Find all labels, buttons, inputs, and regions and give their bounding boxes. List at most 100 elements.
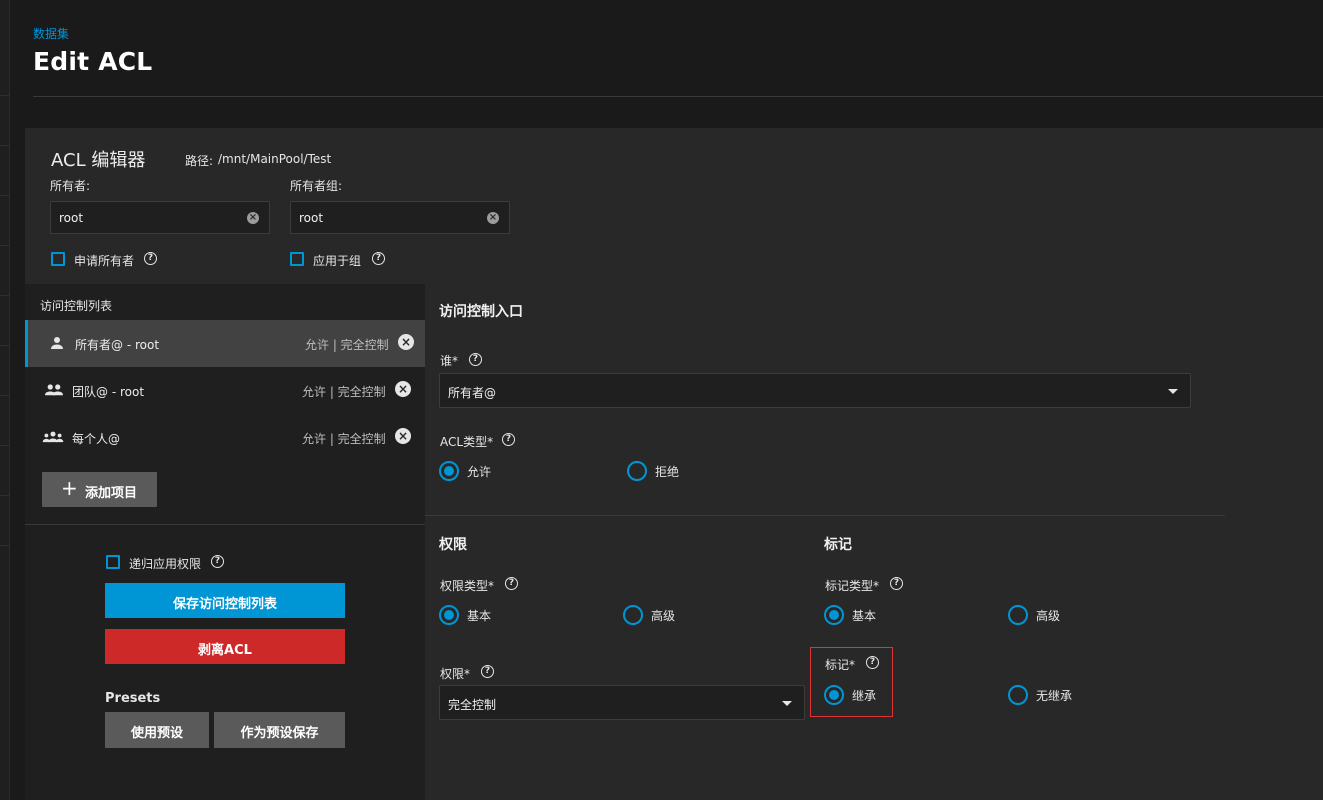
strip-acl-button[interactable]: 剥离ACL (105, 629, 345, 664)
page-title: Edit ACL (33, 47, 153, 76)
who-label: 谁* (440, 354, 459, 368)
perm-select[interactable]: 完全控制 (439, 685, 805, 720)
help-icon[interactable]: ? (866, 656, 879, 669)
flag-no-inherit-radio[interactable] (1008, 685, 1028, 705)
help-icon[interactable]: ? (144, 252, 157, 265)
flags-label: 标记* (825, 658, 856, 672)
perm-basic-radio[interactable] (439, 605, 459, 625)
group-icon (45, 384, 63, 396)
acl-type-deny-label: 拒绝 (655, 465, 680, 479)
perm-advanced-label: 高级 (651, 609, 676, 623)
edge-mark (0, 445, 10, 446)
acl-item-perm: 允许 | 完全控制 (302, 385, 386, 399)
acl-entry-panel (425, 284, 1323, 800)
acl-list-item-group[interactable]: 团队@ - root 允许 | 完全控制 × (25, 367, 425, 414)
flag-no-inherit-label: 无继承 (1036, 689, 1073, 703)
chevron-down-icon (782, 701, 792, 706)
save-acl-label: 保存访问控制列表 (172, 597, 277, 612)
edge-mark (0, 345, 10, 346)
save-as-preset-label: 作为预设保存 (240, 726, 319, 741)
editor-title: ACL 编辑器 (51, 150, 146, 171)
help-icon[interactable]: ? (469, 353, 482, 366)
use-preset-label: 使用预设 (130, 726, 183, 741)
acl-type-label: ACL类型* (440, 435, 494, 449)
perm-label: 权限* (440, 667, 471, 681)
clear-icon[interactable]: × (247, 212, 259, 224)
clear-icon[interactable]: × (487, 212, 499, 224)
chevron-down-icon (1168, 389, 1178, 394)
acl-item-name: 所有者@ - root (75, 338, 160, 352)
path-value: /mnt/MainPool/Test (218, 152, 332, 166)
acl-list-item-everyone[interactable]: 每个人@ 允许 | 完全控制 × (25, 414, 425, 461)
who-select[interactable]: 所有者@ (439, 373, 1191, 408)
recursive-checkbox[interactable] (106, 555, 120, 569)
owner-label: 所有者: (50, 179, 91, 193)
header-divider (33, 96, 1323, 97)
owner-input[interactable]: root × (50, 201, 270, 234)
help-icon[interactable]: ? (890, 577, 903, 590)
help-icon[interactable]: ? (481, 665, 494, 678)
edge-mark (0, 545, 10, 546)
flag-basic-label: 基本 (852, 609, 877, 623)
presets-title: Presets (105, 691, 161, 706)
apply-group-checkbox[interactable] (290, 252, 304, 266)
acl-item-name: 团队@ - root (72, 385, 145, 399)
acl-list-item-owner[interactable]: 所有者@ - root 允许 | 完全控制 × (25, 320, 425, 367)
group-input-value: root (299, 211, 324, 225)
owner-input-value: root (59, 211, 84, 225)
acl-item-name: 每个人@ (72, 432, 121, 446)
user-icon (51, 337, 63, 349)
perm-type-label: 权限类型* (440, 579, 495, 593)
perm-advanced-radio[interactable] (623, 605, 643, 625)
help-icon[interactable]: ? (372, 252, 385, 265)
remove-icon[interactable]: × (395, 381, 411, 397)
acl-list-title: 访问控制列表 (40, 299, 113, 313)
flags-title: 标记 (824, 537, 852, 553)
help-icon[interactable]: ? (505, 577, 518, 590)
path-label: 路径: (185, 154, 214, 168)
acl-item-perm: 允许 | 完全控制 (302, 432, 386, 446)
apply-group-label: 应用于组 (313, 254, 362, 268)
help-icon[interactable]: ? (211, 555, 224, 568)
apply-owner-checkbox[interactable] (51, 252, 65, 266)
permissions-title: 权限 (439, 537, 467, 553)
perm-select-value: 完全控制 (448, 698, 497, 712)
left-edge-strip (0, 0, 10, 800)
flag-inherit-radio[interactable] (824, 685, 844, 705)
acl-type-deny-radio[interactable] (627, 461, 647, 481)
edge-mark (0, 495, 10, 496)
group-label: 所有者组: (290, 179, 343, 193)
flag-advanced-radio[interactable] (1008, 605, 1028, 625)
edge-mark (0, 245, 10, 246)
remove-icon[interactable]: × (395, 428, 411, 444)
acl-type-allow-radio[interactable] (439, 461, 459, 481)
flag-advanced-label: 高级 (1036, 609, 1061, 623)
section-divider (425, 515, 1225, 516)
flag-basic-radio[interactable] (824, 605, 844, 625)
everyone-icon (42, 431, 64, 443)
edge-mark (0, 145, 10, 146)
plus-icon: + (61, 476, 78, 500)
acl-type-allow-label: 允许 (467, 465, 492, 479)
edge-mark (0, 95, 10, 96)
add-item-label: 添加项目 (85, 486, 138, 501)
who-select-value: 所有者@ (448, 386, 497, 400)
breadcrumb[interactable]: 数据集 (33, 25, 69, 42)
edge-mark (0, 295, 10, 296)
group-input[interactable]: root × (290, 201, 510, 234)
apply-owner-label: 申请所有者 (74, 254, 135, 268)
acl-item-perm: 允许 | 完全控制 (305, 338, 389, 352)
strip-acl-label: 剥离ACL (198, 643, 252, 658)
recursive-label: 递归应用权限 (129, 557, 202, 571)
edge-mark (0, 395, 10, 396)
add-item-button[interactable]: + 添加项目 (42, 472, 157, 507)
flag-type-label: 标记类型* (825, 579, 880, 593)
help-icon[interactable]: ? (502, 433, 515, 446)
perm-basic-label: 基本 (467, 609, 492, 623)
save-acl-button[interactable]: 保存访问控制列表 (105, 583, 345, 618)
edge-mark (0, 195, 10, 196)
entry-title: 访问控制入口 (439, 304, 523, 320)
use-preset-button[interactable]: 使用预设 (105, 712, 209, 748)
save-as-preset-button[interactable]: 作为预设保存 (214, 712, 345, 748)
remove-icon[interactable]: × (398, 334, 414, 350)
